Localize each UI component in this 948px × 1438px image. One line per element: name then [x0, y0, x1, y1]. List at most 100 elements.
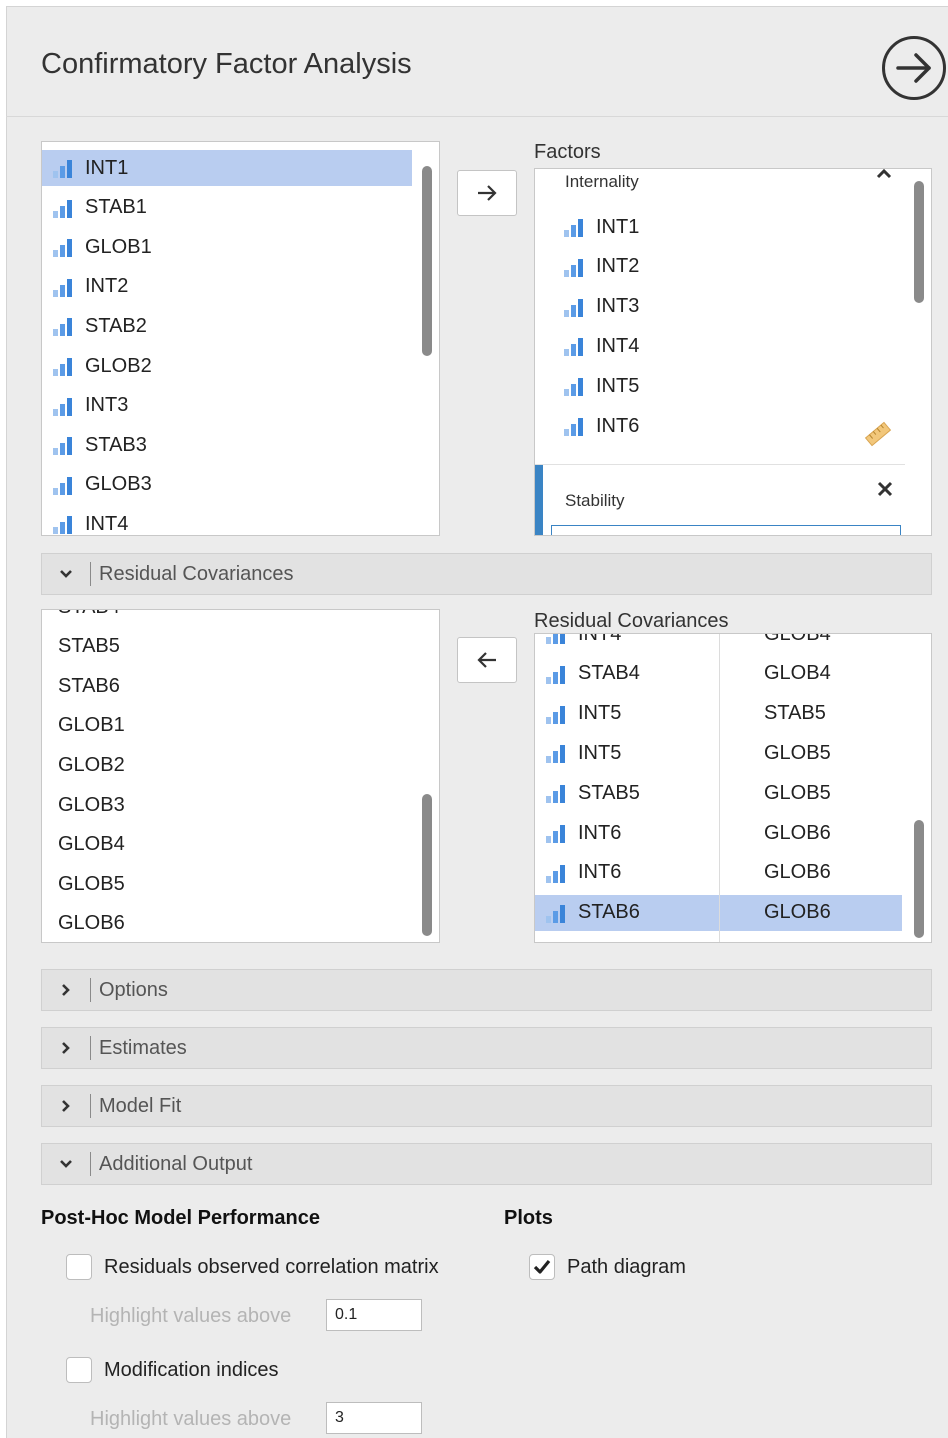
residual-variable-item[interactable]: GLOB4: [42, 827, 412, 863]
chevron-down-icon: [60, 570, 72, 578]
variable-list-item[interactable]: STAB2: [42, 308, 412, 344]
factors-label: Factors: [534, 141, 601, 163]
covariance-var2[interactable]: GLOB4: [720, 656, 902, 692]
variable-list-item[interactable]: INT4: [42, 506, 412, 535]
variable-label: INT5: [578, 741, 622, 764]
section-additional-output[interactable]: Additional Output: [41, 1143, 932, 1185]
residuals-correlation-checkbox[interactable]: [66, 1254, 92, 1280]
factor-item[interactable]: INT3: [563, 289, 843, 325]
covariance-var1[interactable]: INT5: [535, 735, 719, 771]
factor-divider: [535, 464, 905, 465]
factor-drop-target[interactable]: [551, 525, 901, 535]
variable-label: STAB4: [58, 610, 120, 619]
covariance-var2[interactable]: GLOB6: [720, 815, 902, 851]
residual-variables-scrollbar[interactable]: [422, 794, 432, 936]
covariance-var2[interactable]: GLOB4: [720, 633, 902, 652]
variable-list-item[interactable]: INT3: [42, 388, 412, 424]
variable-label: INT1: [596, 215, 640, 238]
variable-label: GLOB4: [58, 833, 125, 856]
covariance-var1[interactable]: INT6: [535, 855, 719, 891]
residual-covariances-scrollbar[interactable]: [914, 820, 924, 938]
path-diagram-checkbox[interactable]: [529, 1254, 555, 1280]
variable-label: GLOB6: [764, 901, 831, 924]
variable-list-item[interactable]: INT1: [42, 150, 412, 186]
variable-label: GLOB6: [764, 861, 831, 884]
section-title: Estimates: [99, 1036, 187, 1059]
available-variables-scrollbar[interactable]: [422, 166, 432, 356]
section-title: Model Fit: [99, 1094, 182, 1117]
residual-variable-item[interactable]: GLOB6: [42, 906, 412, 942]
residual-variable-item[interactable]: GLOB1: [42, 708, 412, 744]
residuals-highlight-input[interactable]: 0.1: [326, 1299, 422, 1331]
residual-variable-item[interactable]: GLOB5: [42, 866, 412, 902]
covariance-var1[interactable]: STAB5: [535, 775, 719, 811]
residual-variable-item[interactable]: GLOB3: [42, 787, 412, 823]
factor-item[interactable]: INT6: [563, 408, 843, 444]
variable-list-item[interactable]: GLOB2: [42, 348, 412, 384]
variable-label: GLOB3: [85, 473, 152, 496]
covariance-var2[interactable]: GLOB5: [720, 775, 902, 811]
variable-label: INT3: [85, 394, 129, 417]
factors-scrollbar[interactable]: [914, 181, 924, 303]
covariance-var1[interactable]: STAB4: [535, 656, 719, 692]
covariance-var2[interactable]: GLOB6: [720, 894, 902, 931]
collapse-factor-icon[interactable]: [875, 168, 893, 179]
factor-item[interactable]: INT2: [563, 249, 843, 285]
mod-highlight-input[interactable]: 3: [326, 1402, 422, 1434]
factor-name-stability[interactable]: Stability: [565, 491, 625, 511]
remove-residual-covariance-button[interactable]: [457, 637, 517, 683]
variable-list-item[interactable]: GLOB1: [42, 229, 412, 265]
variable-label: INT3: [596, 295, 640, 318]
residual-variable-item[interactable]: GLOB2: [42, 747, 412, 783]
section-options[interactable]: Options: [41, 969, 932, 1011]
factor-item[interactable]: INT5: [563, 368, 843, 404]
residual-variable-item[interactable]: STAB5: [42, 629, 412, 665]
variable-label: STAB2: [85, 314, 147, 337]
variable-label: INT6: [578, 861, 622, 884]
arrow-right-icon: [478, 185, 497, 201]
variable-list-item[interactable]: INT2: [42, 269, 412, 305]
residual-covariances-label: Residual Covariances: [534, 610, 729, 632]
factor-item[interactable]: INT1: [563, 209, 843, 245]
variable-label: GLOB1: [85, 235, 152, 258]
continuous-variable-icon: [546, 665, 565, 684]
variable-list-item[interactable]: STAB3: [42, 427, 412, 463]
covariance-var1[interactable]: STAB6: [535, 894, 719, 931]
covariance-var2[interactable]: GLOB5: [720, 735, 902, 771]
section-title: Residual Covariances: [99, 562, 294, 585]
covariance-var2[interactable]: STAB5: [720, 696, 902, 732]
title-divider: [6, 116, 948, 117]
variable-list-item[interactable]: STAB1: [42, 190, 412, 226]
covariance-var1[interactable]: INT6: [535, 815, 719, 851]
continuous-variable-icon: [53, 397, 72, 416]
covariance-var2[interactable]: GLOB6: [720, 855, 902, 891]
variable-label: GLOB4: [764, 633, 831, 645]
section-residual-covariances[interactable]: Residual Covariances: [41, 553, 932, 595]
covariance-var1[interactable]: INT5: [535, 696, 719, 732]
residual-variables-list[interactable]: STAB4 STAB5 STAB6 GLOB1 GLOB2 GLOB3 GLOB4 GLOB5…: [41, 609, 440, 943]
arrow-left-icon: [477, 652, 496, 668]
available-variables-list[interactable]: INT1 STAB1 GLOB1 INT2 STAB2 GLOB2 INT3 STAB3 GLO…: [41, 141, 440, 536]
variable-label: STAB4: [578, 662, 640, 685]
residual-covariances-list[interactable]: INT4 GLOB4 STAB4 GLOB4 INT5 STAB5 INT5 GLOB5 STA…: [534, 633, 932, 943]
variable-label: GLOB2: [85, 354, 152, 377]
residual-variable-item[interactable]: STAB4: [42, 610, 412, 625]
covariance-var1[interactable]: INT4: [535, 634, 719, 652]
section-model-fit[interactable]: Model Fit: [41, 1085, 932, 1127]
variable-list-item[interactable]: GLOB3: [42, 467, 412, 503]
continuous-variable-icon: [546, 785, 565, 804]
mod-highlight-label: Highlight values above: [90, 1408, 292, 1430]
continuous-variable-icon: [564, 258, 583, 277]
move-to-factors-button[interactable]: [457, 170, 517, 216]
variable-label: INT5: [578, 702, 622, 725]
continuous-variable-icon: [53, 476, 72, 495]
residual-variable-item[interactable]: STAB6: [42, 668, 412, 704]
factor-item[interactable]: INT4: [563, 328, 843, 364]
factors-list[interactable]: Internality Stability INT1 INT2 INT3 INT4 IN…: [534, 168, 932, 536]
variable-label: STAB1: [85, 196, 147, 219]
remove-factor-icon[interactable]: [875, 479, 895, 499]
factor-name-internality[interactable]: Internality: [565, 172, 639, 192]
run-analysis-button[interactable]: [882, 36, 946, 100]
section-estimates[interactable]: Estimates: [41, 1027, 932, 1069]
modification-indices-checkbox[interactable]: [66, 1357, 92, 1383]
